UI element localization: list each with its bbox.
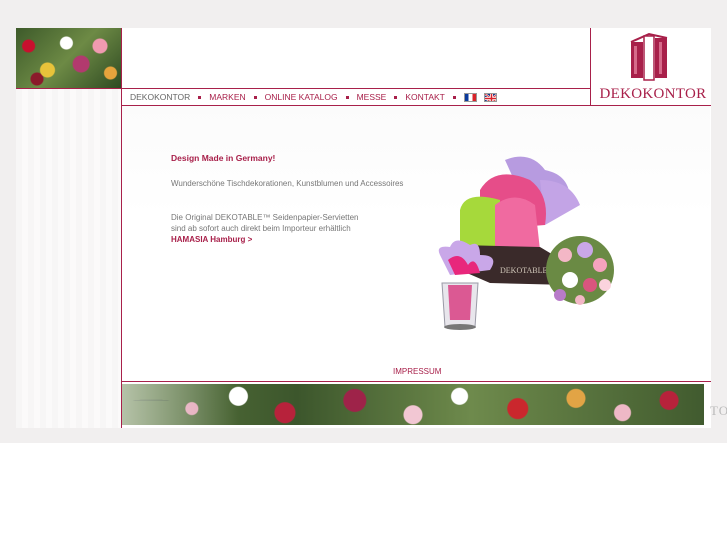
nav-separator	[198, 95, 202, 99]
nav-separator	[253, 95, 257, 99]
nav-item-messe[interactable]: MESSE	[357, 92, 387, 102]
product-image: DEKOTABLE	[438, 156, 614, 330]
intro-text-line: Die Original DEKOTABLE™ Seidenpapier-Ser…	[171, 213, 359, 222]
cut-off-text: TO	[710, 403, 727, 418]
impressum-link[interactable]: IMPRESSUM	[393, 367, 441, 376]
left-decorative-column	[16, 88, 121, 428]
nav-item-marken[interactable]: MARKEN	[209, 92, 245, 102]
dekokontor-logo-icon	[630, 32, 668, 81]
nav-separator	[394, 95, 398, 99]
nav-item-online-katalog[interactable]: ONLINE KATALOG	[265, 92, 338, 102]
hamasia-hamburg-link[interactable]: HAMASIA Hamburg >	[171, 235, 252, 244]
france-flag-icon[interactable]	[463, 92, 477, 102]
page-headline: Design Made in Germany!	[171, 153, 276, 163]
nav-separator	[452, 95, 456, 99]
flower-banner-fade	[122, 384, 704, 425]
nav-separator	[345, 95, 349, 99]
nav-item-kontakt[interactable]: KONTAKT	[405, 92, 445, 102]
flower-thumbnail-image	[16, 28, 121, 88]
header-divider-line	[16, 88, 590, 89]
main-navigation: DEKOKONTOR MARKEN ONLINE KATALOG MESSE K…	[130, 91, 497, 103]
logo-text: DEKOKONTOR	[599, 86, 707, 102]
page-subline: Wunderschöne Tischdekorationen, Kunstblu…	[171, 179, 404, 188]
uk-flag-icon[interactable]	[483, 92, 497, 102]
intro-text-line: sind ab sofort auch direkt beim Importeu…	[171, 224, 351, 233]
logo[interactable]: DEKOKONTOR	[591, 28, 711, 106]
nav-item-dekokontor[interactable]: DEKOKONTOR	[130, 92, 190, 102]
intro-text: Die Original DEKOTABLE™ Seidenpapier-Ser…	[171, 212, 359, 234]
footer-divider-line	[121, 381, 711, 382]
dekotable-box-label: DEKOTABLE	[500, 266, 547, 275]
